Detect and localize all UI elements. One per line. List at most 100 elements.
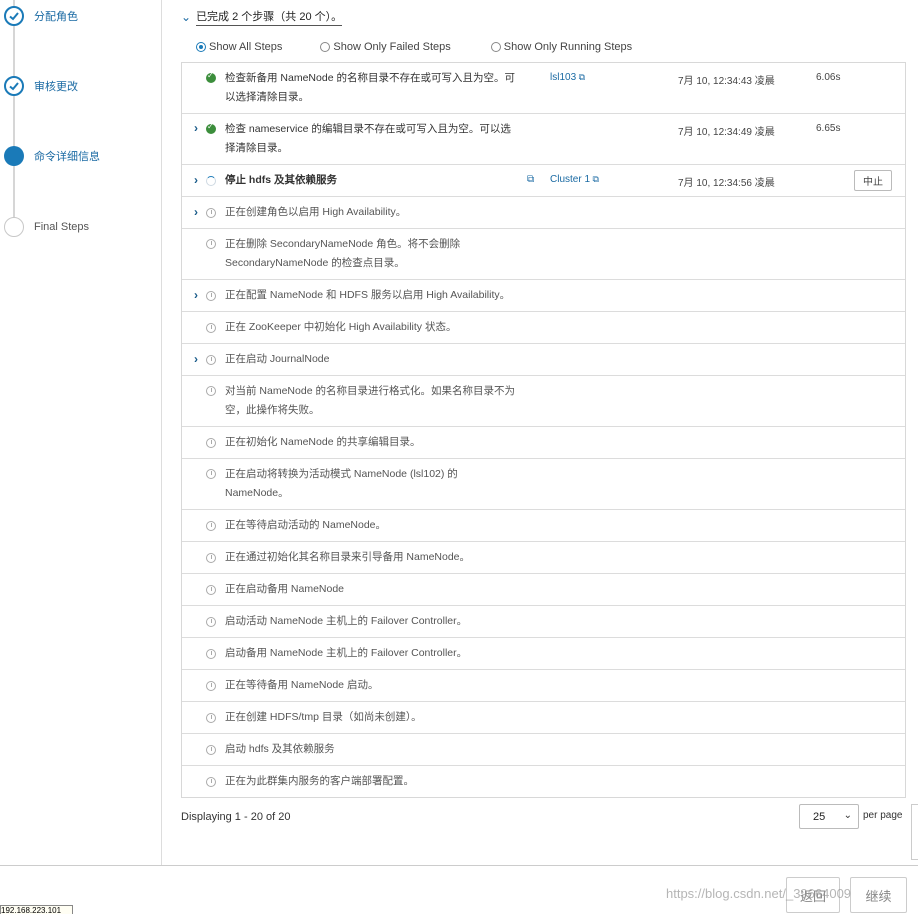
wizard-step[interactable]: 分配角色 (4, 5, 78, 27)
pagination-display: Displaying 1 - 20 of 20 (181, 811, 291, 823)
filter-running-steps[interactable]: Show Only Running Steps (490, 41, 633, 53)
expand-chevron-icon[interactable]: › (194, 173, 198, 187)
step-description: 正在等待启动活动的 NameNode。 (225, 519, 387, 531)
step-row: 正在 ZooKeeper 中初始化 High Availability 状态。 (182, 311, 905, 343)
wizard-footer (0, 865, 918, 914)
check-circle-icon (4, 6, 24, 26)
step-row: 正在初始化 NameNode 的共享编辑目录。 (182, 426, 905, 458)
status-tooltip: 192.168.223.101 (0, 905, 73, 914)
step-row: 启动 hdfs 及其依赖服务 (182, 733, 905, 765)
expand-chevron-icon[interactable]: › (194, 121, 198, 135)
host-link-label: lsl103 (550, 72, 577, 83)
step-description: 正在启动备用 NameNode (225, 583, 345, 595)
filter-label: Show All Steps (209, 41, 283, 53)
pending-clock-icon (206, 585, 216, 595)
host-link-label: Cluster 1 (550, 174, 591, 185)
step-description: 正在配置 NameNode 和 HDFS 服务以启用 High Availabi… (225, 289, 511, 301)
step-description: 正在创建 HDFS/tmp 目录（如尚未创建）。 (225, 711, 422, 723)
pending-clock-icon (206, 239, 216, 249)
radio-icon[interactable] (320, 42, 331, 52)
wizard-step[interactable]: 命令详细信息 (4, 145, 100, 167)
host-link[interactable]: lsl103 ⧉ (550, 72, 585, 83)
wizard-step[interactable]: Final Steps (4, 216, 89, 238)
step-row: 启动活动 NameNode 主机上的 Failover Controller。 (182, 605, 905, 637)
step-description: 停止 hdfs 及其依赖服务 (225, 174, 337, 186)
host-link[interactable]: Cluster 1 ⧉ (550, 174, 599, 185)
step-row: › 停止 hdfs 及其依赖服务 ⧉ Cluster 1 ⧉ 7月 10, 12:34:… (182, 164, 905, 196)
chevron-down-icon: ⌄ (843, 810, 852, 821)
pending-clock-icon (206, 438, 216, 448)
filter-label: Show Only Failed Steps (333, 41, 451, 53)
continue-button[interactable]: 继续 (850, 877, 907, 913)
filter-all-steps[interactable]: Show All Steps (196, 41, 282, 53)
pending-clock-icon (206, 386, 216, 396)
filter-failed-steps[interactable]: Show Only Failed Steps (320, 41, 451, 53)
step-start-time: 7月 10, 12:34:56 凌晨 (678, 178, 775, 189)
pending-clock-icon (206, 553, 216, 563)
success-check-icon (206, 122, 216, 134)
abort-button[interactable]: 中止 (854, 170, 892, 191)
page-size-value: 25 (813, 810, 826, 823)
expand-chevron-icon[interactable]: › (194, 352, 198, 366)
per-page-label: per page (863, 810, 903, 821)
step-row: › 正在启动 JournalNode (182, 343, 905, 375)
step-description: 启动备用 NameNode 主机上的 Failover Controller。 (225, 647, 468, 659)
step-description: 正在启动将转换为活动模式 NameNode (lsl102) 的 NameNod… (225, 468, 458, 499)
step-row: 正在删除 SecondaryNameNode 角色。将不会删除 Secondar… (182, 228, 905, 279)
external-link-icon[interactable]: ⧉ (527, 174, 534, 185)
pending-clock-icon (206, 617, 216, 627)
step-row: 对当前 NameNode 的名称目录进行格式化。如果名称目录不为空，此操作将失败… (182, 375, 905, 426)
wizard-step-label: Final Steps (34, 221, 90, 233)
steps-table: 检查新备用 NameNode 的名称目录不存在或可写入且为空。可以选择清除目录。… (181, 62, 906, 798)
pending-clock-icon (206, 355, 216, 365)
filter-label: Show Only Running Steps (503, 41, 633, 53)
step-row: 正在通过初始化其名称目录来引导备用 NameNode。 (182, 541, 905, 573)
step-row: 正在为此群集内服务的客户端部署配置。 (182, 765, 905, 797)
step-description: 对当前 NameNode 的名称目录进行格式化。如果名称目录不为空，此操作将失败… (225, 385, 515, 416)
step-filter-group: Show All Steps Show Only Failed Steps Sh… (196, 41, 632, 53)
step-duration: 6.65s (816, 123, 841, 134)
step-duration: 6.06s (816, 72, 841, 83)
current-step-icon (4, 146, 24, 166)
expand-chevron-icon[interactable]: › (194, 288, 198, 302)
pending-clock-icon (206, 777, 216, 787)
side-feedback-widget[interactable] (911, 804, 918, 860)
radio-icon[interactable] (490, 42, 501, 52)
success-check-icon (206, 71, 216, 83)
step-description: 启动 hdfs 及其依赖服务 (225, 743, 335, 755)
step-description: 检查 nameservice 的编辑目录不存在或可写入且为空。可以选择清除目录。 (225, 123, 511, 154)
step-row: 正在启动将转换为活动模式 NameNode (lsl102) 的 NameNod… (182, 458, 905, 509)
wizard-progress-line (13, 0, 15, 228)
page-size-select[interactable]: 25 ⌄ (799, 804, 859, 829)
step-description: 正在启动 JournalNode (225, 353, 330, 365)
back-button[interactable]: 返回 (786, 877, 840, 913)
external-link-icon: ⧉ (590, 174, 599, 184)
step-description: 正在通过初始化其名称目录来引导备用 NameNode。 (225, 551, 471, 563)
step-description: 正在初始化 NameNode 的共享编辑目录。 (225, 436, 421, 448)
pending-clock-icon (206, 745, 216, 755)
pending-clock-icon (206, 521, 216, 531)
wizard-step-label: 分配角色 (34, 11, 78, 23)
step-row: › 正在创建角色以启用 High Availability。 (182, 196, 905, 228)
step-row: 正在启动备用 NameNode (182, 573, 905, 605)
step-row: › 检查 nameservice 的编辑目录不存在或可写入且为空。可以选择清除目录… (182, 113, 905, 164)
radio-icon[interactable] (196, 42, 206, 52)
running-spinner-icon (206, 176, 216, 186)
external-link-icon: ⧉ (576, 72, 586, 82)
wizard-step-label: 审核更改 (34, 81, 78, 93)
step-description: 正在等待备用 NameNode 启动。 (225, 679, 379, 691)
wizard-sidebar: 分配角色审核更改命令详细信息 Final Steps (0, 0, 162, 865)
pending-clock-icon (206, 649, 216, 659)
step-row: 正在创建 HDFS/tmp 目录（如尚未创建）。 (182, 701, 905, 733)
chevron-down-icon: ⌄ (181, 10, 192, 24)
step-row: 正在等待启动活动的 NameNode。 (182, 509, 905, 541)
step-row: 启动备用 NameNode 主机上的 Failover Controller。 (182, 637, 905, 669)
check-circle-icon (4, 76, 24, 96)
pending-clock-icon (206, 323, 216, 333)
expand-chevron-icon[interactable]: › (194, 205, 198, 219)
empty-circle-icon (4, 217, 24, 237)
steps-summary-toggle[interactable]: ⌄ 已完成 2 个步骤（共 20 个）。 (181, 8, 343, 26)
steps-summary-text: 已完成 2 个步骤（共 20 个）。 (196, 8, 343, 26)
step-description: 启动活动 NameNode 主机上的 Failover Controller。 (225, 615, 468, 627)
wizard-step[interactable]: 审核更改 (4, 75, 78, 97)
